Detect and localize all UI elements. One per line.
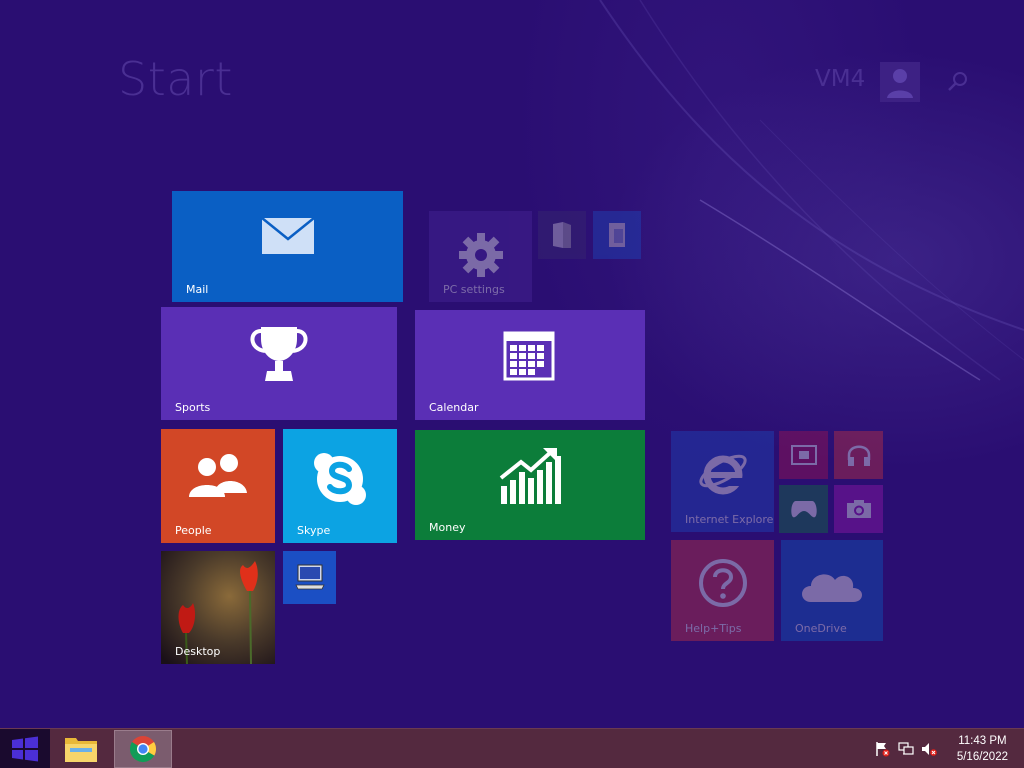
tile-calendar[interactable]: Calendar bbox=[415, 310, 645, 420]
taskbar-file-explorer[interactable] bbox=[52, 730, 110, 768]
skype-icon bbox=[314, 453, 366, 505]
start-button[interactable] bbox=[0, 729, 50, 768]
tile-internet-explorer[interactable]: Internet Explorer bbox=[671, 431, 774, 532]
tile-mail[interactable]: Mail bbox=[172, 191, 403, 302]
tile-people[interactable]: People bbox=[161, 429, 275, 543]
stock-chart-icon bbox=[499, 448, 561, 504]
calendar-icon bbox=[503, 331, 555, 381]
action-center-flag-icon[interactable] bbox=[874, 741, 890, 757]
tile-video[interactable] bbox=[779, 431, 828, 479]
headphones-icon bbox=[847, 445, 871, 466]
tile-label: Help+Tips bbox=[685, 622, 742, 635]
tile-label: PC settings bbox=[443, 283, 505, 296]
user-silhouette-icon bbox=[887, 69, 913, 98]
help-question-icon bbox=[699, 559, 747, 607]
windows-logo-icon bbox=[12, 736, 38, 762]
start-title: Start bbox=[118, 52, 233, 106]
gear-icon bbox=[459, 233, 503, 277]
search-icon bbox=[948, 72, 967, 91]
trophy-icon bbox=[250, 327, 308, 381]
user-avatar[interactable] bbox=[880, 62, 920, 102]
tile-sports[interactable]: Sports bbox=[161, 307, 397, 420]
tile-label: Sports bbox=[175, 401, 211, 414]
clock-date: 5/16/2022 bbox=[956, 751, 1008, 763]
tile-games[interactable] bbox=[779, 485, 828, 533]
tile-desktop[interactable]: Desktop bbox=[161, 551, 275, 664]
tile-label: Money bbox=[429, 521, 466, 534]
video-icon bbox=[791, 445, 817, 465]
tile-label: Mail bbox=[186, 283, 209, 296]
envelope-icon bbox=[261, 217, 315, 254]
tile-money[interactable]: Money bbox=[415, 430, 645, 540]
tile-label: Calendar bbox=[429, 401, 479, 414]
tile-small-app-1[interactable] bbox=[538, 211, 586, 259]
tile-label: People bbox=[175, 524, 212, 537]
tile-skype[interactable]: Skype bbox=[283, 429, 397, 543]
tile-label: Skype bbox=[297, 524, 331, 537]
tile-this-pc[interactable] bbox=[283, 551, 336, 604]
tile-label: Internet Explorer bbox=[685, 513, 774, 526]
clock-time: 11:43 PM bbox=[958, 735, 1007, 747]
game-controller-icon bbox=[791, 501, 817, 518]
taskbar-clock[interactable]: 11:43 PM 5/16/2022 bbox=[957, 733, 1008, 765]
internet-explorer-icon bbox=[699, 454, 747, 495]
tile-small-app-2[interactable] bbox=[593, 211, 641, 259]
user-name[interactable]: VM4 bbox=[815, 66, 865, 92]
camera-icon bbox=[847, 500, 871, 518]
cloud-icon bbox=[802, 574, 862, 602]
tile-onedrive[interactable]: OneDrive bbox=[781, 540, 883, 641]
search-button[interactable] bbox=[944, 68, 972, 96]
tile-music[interactable] bbox=[834, 431, 883, 479]
computer-icon bbox=[295, 564, 325, 590]
tile-label: Desktop bbox=[175, 645, 221, 658]
people-icon bbox=[189, 454, 247, 497]
tile-label: OneDrive bbox=[795, 622, 847, 635]
file-explorer-icon bbox=[65, 738, 97, 762]
volume-muted-icon[interactable] bbox=[921, 741, 937, 757]
tile-camera[interactable] bbox=[834, 485, 883, 533]
chrome-icon bbox=[129, 736, 157, 763]
tile-pc-settings[interactable]: PC settings bbox=[429, 211, 532, 302]
tile-help-tips[interactable]: Help+Tips bbox=[671, 540, 774, 641]
book-icon bbox=[553, 222, 571, 248]
taskbar: 11:43 PM 5/16/2022 bbox=[0, 728, 1024, 768]
network-icon[interactable] bbox=[898, 741, 914, 757]
document-icon bbox=[609, 223, 625, 247]
taskbar-chrome[interactable] bbox=[114, 730, 172, 768]
